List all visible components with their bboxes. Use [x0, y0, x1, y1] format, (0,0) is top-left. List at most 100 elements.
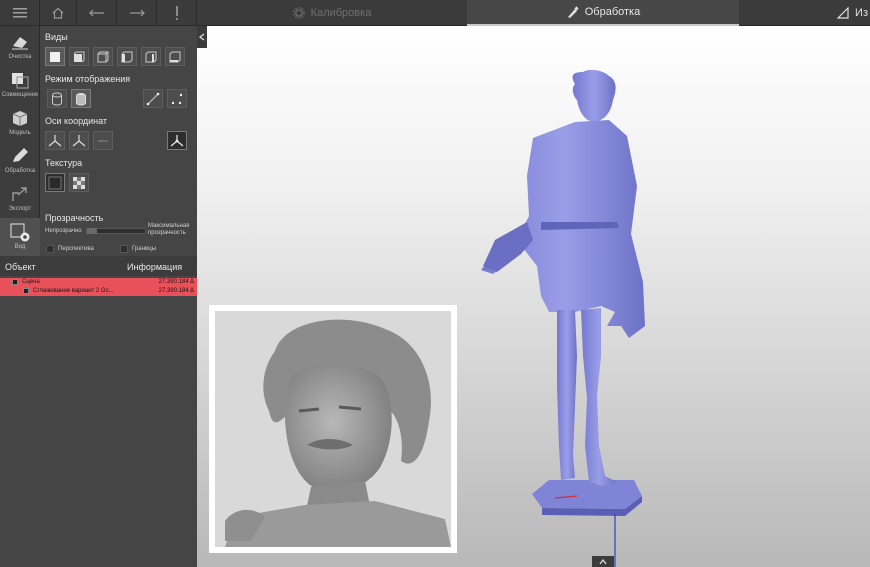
undo-icon [88, 9, 104, 17]
section-title-texture: Текстура [45, 158, 83, 168]
tab-calibration[interactable]: Калибровка [197, 0, 467, 26]
object-list: Объект Информация Сцена 27.390.184 Δ Сгл… [0, 256, 197, 567]
bust-closeup-image [215, 311, 451, 547]
redo-icon [129, 9, 145, 17]
view-back-button[interactable] [69, 47, 89, 66]
tab-label: Калибровка [310, 7, 372, 19]
display-solid-button[interactable] [47, 89, 67, 108]
brush-icon [567, 5, 579, 18]
axes-icon [48, 134, 62, 146]
undo-button[interactable] [77, 0, 117, 26]
view-front-button[interactable] [45, 47, 65, 66]
view-bottom-button[interactable] [165, 47, 185, 66]
app-window: Калибровка Обработка Из Очистка Совмещен… [0, 0, 870, 567]
cylinder-icon [52, 92, 62, 105]
tab-processing[interactable]: Обработка [467, 0, 739, 26]
axes-show-button[interactable] [167, 131, 187, 150]
top-toolbar: Калибровка Обработка Из [0, 0, 870, 26]
axes-origin-button[interactable] [45, 131, 65, 150]
sidebar-item-cleanup[interactable]: Очистка [0, 28, 40, 66]
view-icon [9, 222, 31, 242]
display-shaded-button[interactable] [71, 89, 91, 108]
display-points-button[interactable] [167, 89, 187, 108]
chevron-up-icon [599, 558, 607, 564]
perspective-checkbox[interactable] [46, 245, 54, 253]
axes-icon [72, 134, 86, 146]
sidebar-item-align[interactable]: Совмещение [0, 66, 40, 104]
sidebar-item-label: Обработка [4, 168, 36, 174]
slider-knob[interactable] [87, 228, 97, 234]
section-title-display-mode: Режим отображения [45, 74, 131, 84]
vertex-edge-icon [146, 92, 160, 105]
section-title-views: Виды [45, 32, 68, 42]
axes-icon [170, 134, 184, 146]
points-icon [171, 93, 183, 104]
row-checkbox[interactable] [23, 288, 29, 294]
pencil-icon [9, 146, 31, 166]
info-button[interactable] [157, 0, 197, 26]
axes-off-button[interactable] [93, 131, 113, 150]
tab-measure[interactable]: Из [739, 0, 870, 26]
column-header-info: Информация [127, 262, 183, 272]
cube-front-icon [50, 51, 60, 62]
cube-bottom-icon [169, 51, 181, 62]
cube-left-icon [97, 51, 109, 62]
row-value: 27.390.184 Δ [158, 288, 194, 294]
cube-back-icon [73, 51, 85, 62]
sidebar-item-export[interactable]: Экспорт [0, 180, 40, 218]
column-header-object: Объект [5, 262, 36, 272]
row-checkbox[interactable] [12, 279, 18, 285]
sidebar-item-label: Совмещение [1, 92, 39, 98]
collapse-panel-button[interactable] [197, 26, 207, 48]
tab-label: Обработка [584, 6, 641, 18]
texture-off-button[interactable] [45, 173, 65, 192]
align-icon [9, 70, 31, 90]
view-top-button[interactable] [141, 47, 161, 66]
cube-icon [9, 108, 31, 128]
solid-square-icon [48, 176, 62, 189]
sidebar-item-label: Очистка [8, 54, 32, 60]
sidebar-item-view[interactable]: Вид [0, 218, 40, 256]
sidebar-item-model[interactable]: Модель [0, 104, 40, 142]
view-right-button[interactable] [117, 47, 137, 66]
chevron-left-icon [199, 33, 205, 41]
home-button[interactable] [40, 0, 77, 26]
sidebar-item-processing[interactable]: Обработка [0, 142, 40, 180]
cube-right-icon [121, 51, 133, 62]
exclamation-icon [175, 6, 178, 20]
table-row[interactable]: Сцена 27.390.184 Δ [0, 278, 197, 287]
checker-icon [73, 176, 85, 189]
view-left-button[interactable] [93, 47, 113, 66]
inset-photo-frame [209, 305, 457, 553]
expand-bottom-button[interactable] [592, 556, 614, 567]
borders-checkbox[interactable] [120, 245, 128, 253]
cylinder-shaded-icon [76, 92, 86, 105]
section-title-transparency: Прозрачность [45, 213, 104, 223]
export-icon [9, 184, 31, 204]
section-title-axes: Оси координат [45, 116, 108, 126]
hamburger-icon [12, 8, 27, 18]
row-name: Сцена [22, 279, 40, 285]
borders-label: Границы [132, 246, 156, 252]
table-row[interactable]: Сглаживание вариант 2 Gc... 27.390.184 Δ [0, 287, 197, 296]
transparency-slider[interactable] [86, 228, 146, 234]
tab-label: Из [855, 7, 868, 19]
redo-button[interactable] [117, 0, 157, 26]
object-list-header: Объект Информация [0, 256, 197, 276]
eraser-icon [9, 32, 31, 52]
gear-icon [292, 7, 305, 19]
sidebar-item-label: Вид [14, 244, 26, 250]
display-wireframe-button[interactable] [143, 89, 163, 108]
menu-button[interactable] [0, 0, 40, 26]
max-transparency-label: Максимальная прозрачность [148, 223, 190, 236]
inset-photo [215, 311, 451, 547]
opaque-label: Непрозрачно [45, 228, 82, 234]
ruler-icon [837, 7, 849, 19]
home-icon [52, 7, 64, 19]
sidebar-item-label: Экспорт [8, 206, 32, 212]
dash-icon [98, 140, 108, 141]
row-value: 27.390.184 Δ [158, 279, 194, 285]
row-name: Сглаживание вариант 2 Gc... [33, 288, 114, 294]
texture-on-button[interactable] [69, 173, 89, 192]
axes-center-button[interactable] [69, 131, 89, 150]
